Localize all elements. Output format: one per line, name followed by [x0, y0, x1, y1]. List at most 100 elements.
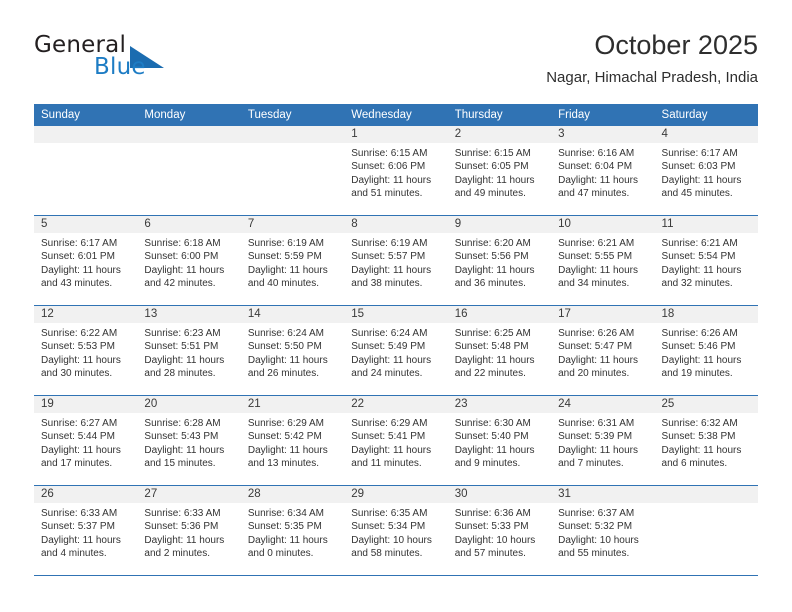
- sunset-time: Sunset: 5:57 PM: [351, 251, 426, 263]
- calendar-cell-day[interactable]: 10 Sunrise: 6:21 AM Sunset: 5:55 PM Dayligh…: [551, 215, 655, 306]
- sunrise-time: Sunrise: 6:21 AM: [661, 238, 738, 249]
- calendar-cell-day[interactable]: 16 Sunrise: 6:25 AM Sunset: 5:48 PM Dayligh…: [447, 305, 552, 396]
- sunrise-time: Sunrise: 6:23 AM: [144, 328, 221, 339]
- calendar-cell-day[interactable]: 4 Sunrise: 6:17 AM Sunset: 6:03 PM Daylight…: [654, 126, 758, 216]
- calendar-cell-day[interactable]: 22 Sunrise: 6:29 AM Sunset: 5:41 PM Dayligh…: [344, 395, 448, 486]
- calendar-cell-day[interactable]: 2 Sunrise: 6:15 AM Sunset: 6:05 PM Daylight…: [447, 126, 552, 216]
- calendar-cell-day[interactable]: 11 Sunrise: 6:21 AM Sunset: 5:54 PM Dayligh…: [654, 215, 758, 306]
- calendar-cell-day[interactable]: 23 Sunrise: 6:30 AM Sunset: 5:40 PM Dayligh…: [447, 395, 552, 486]
- day-number: 15: [344, 306, 448, 323]
- calendar-cell-day[interactable]: 13 Sunrise: 6:23 AM Sunset: 5:51 PM Dayligh…: [137, 305, 241, 396]
- logo-text-blue: Blue: [94, 54, 146, 80]
- day-number: 9: [447, 216, 552, 233]
- calendar-cell-day[interactable]: 25 Sunrise: 6:32 AM Sunset: 5:38 PM Dayligh…: [654, 395, 758, 486]
- daylight-duration-line2: and 19 minutes.: [661, 367, 733, 379]
- general-blue-logo[interactable]: General Blue: [34, 32, 254, 88]
- day-details: Sunrise: 6:33 AM Sunset: 5:36 PM Daylight:…: [137, 503, 240, 560]
- calendar-cell-day[interactable]: 7 Sunrise: 6:19 AM Sunset: 5:59 PM Daylight…: [240, 215, 345, 306]
- day-number: 31: [551, 486, 655, 503]
- sunset-time: Sunset: 6:04 PM: [558, 161, 633, 173]
- day-cell: 28 Sunrise: 6:34 AM Sunset: 5:35 PM Dayligh…: [240, 486, 345, 575]
- calendar-cell-day[interactable]: 19 Sunrise: 6:27 AM Sunset: 5:44 PM Dayligh…: [34, 395, 138, 486]
- calendar-cell-day[interactable]: 6 Sunrise: 6:18 AM Sunset: 6:00 PM Daylight…: [137, 215, 241, 306]
- calendar-cell-day[interactable]: 29 Sunrise: 6:35 AM Sunset: 5:34 PM Dayligh…: [344, 485, 448, 576]
- day-details: Sunrise: 6:18 AM Sunset: 6:00 PM Daylight:…: [137, 233, 240, 290]
- calendar-cell-day[interactable]: 21 Sunrise: 6:29 AM Sunset: 5:42 PM Dayligh…: [240, 395, 345, 486]
- calendar-cell-day[interactable]: 12 Sunrise: 6:22 AM Sunset: 5:53 PM Dayligh…: [34, 305, 138, 396]
- daylight-duration-line2: and 15 minutes.: [144, 457, 216, 469]
- sunset-time: Sunset: 5:56 PM: [454, 251, 529, 263]
- calendar-cell-day[interactable]: 18 Sunrise: 6:26 AM Sunset: 5:46 PM Dayligh…: [654, 305, 758, 396]
- calendar-week-row: 5 Sunrise: 6:17 AM Sunset: 6:01 PM Daylight…: [34, 215, 758, 306]
- sunset-time: Sunset: 5:51 PM: [144, 341, 219, 353]
- sunrise-time: Sunrise: 6:19 AM: [247, 238, 324, 249]
- calendar-week-row: 19 Sunrise: 6:27 AM Sunset: 5:44 PM Dayligh…: [34, 395, 758, 486]
- calendar-cell-day[interactable]: 30 Sunrise: 6:36 AM Sunset: 5:33 PM Dayligh…: [447, 485, 552, 576]
- calendar-cell-day[interactable]: 31 Sunrise: 6:37 AM Sunset: 5:32 PM Dayligh…: [551, 485, 655, 576]
- daylight-duration-line1: Daylight: 11 hours: [454, 174, 535, 186]
- day-details: Sunrise: 6:30 AM Sunset: 5:40 PM Daylight:…: [448, 413, 551, 470]
- calendar-cell-day[interactable]: 20 Sunrise: 6:28 AM Sunset: 5:43 PM Dayligh…: [137, 395, 241, 486]
- day-details: Sunrise: 6:26 AM Sunset: 5:46 PM Daylight:…: [655, 323, 758, 380]
- day-number: 13: [137, 306, 241, 323]
- daylight-duration-line1: Daylight: 11 hours: [661, 264, 742, 276]
- sunrise-time: Sunrise: 6:31 AM: [558, 418, 635, 429]
- day-number: 23: [447, 396, 552, 413]
- sunrise-time: Sunrise: 6:24 AM: [247, 328, 324, 339]
- sunrise-time: Sunrise: 6:19 AM: [351, 238, 428, 249]
- day-number: 6: [137, 216, 241, 233]
- day-number: 4: [654, 126, 758, 143]
- daylight-duration-line2: and 34 minutes.: [558, 277, 630, 289]
- day-number: 2: [447, 126, 552, 143]
- calendar-cell-day[interactable]: 24 Sunrise: 6:31 AM Sunset: 5:39 PM Dayligh…: [551, 395, 655, 486]
- day-number: 14: [240, 306, 345, 323]
- calendar-week-row: 1 Sunrise: 6:15 AM Sunset: 6:06 PM Daylight…: [34, 126, 758, 216]
- calendar-cell-day[interactable]: 26 Sunrise: 6:33 AM Sunset: 5:37 PM Dayligh…: [34, 485, 138, 576]
- sunset-time: Sunset: 5:36 PM: [144, 521, 219, 533]
- sunset-time: Sunset: 5:48 PM: [454, 341, 529, 353]
- calendar-cell-day[interactable]: 17 Sunrise: 6:26 AM Sunset: 5:47 PM Dayligh…: [551, 305, 655, 396]
- sunset-time: Sunset: 5:59 PM: [247, 251, 322, 263]
- calendar-cell-day[interactable]: 5 Sunrise: 6:17 AM Sunset: 6:01 PM Daylight…: [34, 215, 138, 306]
- weekday-header-friday: Friday: [551, 104, 655, 126]
- day-details: Sunrise: 6:21 AM Sunset: 5:54 PM Daylight:…: [655, 233, 758, 290]
- daylight-duration-line1: Daylight: 11 hours: [351, 264, 432, 276]
- calendar-cell-day[interactable]: 9 Sunrise: 6:20 AM Sunset: 5:56 PM Daylight…: [447, 215, 552, 306]
- daylight-duration-line1: Daylight: 11 hours: [247, 534, 328, 546]
- day-cell: 3 Sunrise: 6:16 AM Sunset: 6:04 PM Daylight…: [551, 126, 655, 215]
- sunset-time: Sunset: 5:44 PM: [41, 431, 115, 443]
- calendar-cell-day[interactable]: 8 Sunrise: 6:19 AM Sunset: 5:57 PM Daylight…: [344, 215, 448, 306]
- sunrise-time: Sunrise: 6:18 AM: [144, 238, 221, 249]
- calendar-cell-day[interactable]: 3 Sunrise: 6:16 AM Sunset: 6:04 PM Daylight…: [551, 126, 655, 216]
- daylight-duration-line2: and 32 minutes.: [661, 277, 733, 289]
- calendar-cell-day[interactable]: 28 Sunrise: 6:34 AM Sunset: 5:35 PM Dayligh…: [240, 485, 345, 576]
- calendar-cell-day[interactable]: 15 Sunrise: 6:24 AM Sunset: 5:49 PM Dayligh…: [344, 305, 448, 396]
- sunrise-time: Sunrise: 6:27 AM: [41, 418, 118, 429]
- daylight-duration-line1: Daylight: 10 hours: [558, 534, 639, 546]
- calendar-cell-day[interactable]: 1 Sunrise: 6:15 AM Sunset: 6:06 PM Daylight…: [344, 126, 448, 216]
- sunset-time: Sunset: 5:32 PM: [558, 521, 633, 533]
- day-number: [34, 126, 138, 143]
- day-number: 1: [344, 126, 448, 143]
- page-header: General Blue October 2025 Nagar, Himacha…: [34, 28, 758, 96]
- sunset-time: Sunset: 6:01 PM: [41, 251, 115, 263]
- sunset-time: Sunset: 5:54 PM: [661, 251, 736, 263]
- daylight-duration-line1: Daylight: 11 hours: [41, 534, 121, 546]
- daylight-duration-line2: and 4 minutes.: [41, 547, 107, 559]
- calendar-cell-day[interactable]: 27 Sunrise: 6:33 AM Sunset: 5:36 PM Dayligh…: [137, 485, 241, 576]
- sunrise-time: Sunrise: 6:28 AM: [144, 418, 221, 429]
- day-cell: 10 Sunrise: 6:21 AM Sunset: 5:55 PM Dayligh…: [551, 216, 655, 305]
- page-title: October 2025: [594, 30, 758, 60]
- day-details: Sunrise: 6:26 AM Sunset: 5:47 PM Daylight:…: [551, 323, 654, 380]
- sunset-time: Sunset: 6:00 PM: [144, 251, 219, 263]
- daylight-duration-line2: and 24 minutes.: [351, 367, 423, 379]
- day-number: 17: [551, 306, 655, 323]
- daylight-duration-line1: Daylight: 11 hours: [144, 264, 225, 276]
- calendar-cell-day[interactable]: 14 Sunrise: 6:24 AM Sunset: 5:50 PM Dayligh…: [240, 305, 345, 396]
- sunset-time: Sunset: 5:49 PM: [351, 341, 426, 353]
- daylight-duration-line2: and 26 minutes.: [247, 367, 320, 379]
- day-cell: 26 Sunrise: 6:33 AM Sunset: 5:37 PM Dayligh…: [34, 486, 138, 575]
- day-cell: 9 Sunrise: 6:20 AM Sunset: 5:56 PM Daylight…: [447, 216, 552, 305]
- sunrise-time: Sunrise: 6:17 AM: [41, 238, 118, 249]
- day-cell: 31 Sunrise: 6:37 AM Sunset: 5:32 PM Dayligh…: [551, 486, 655, 575]
